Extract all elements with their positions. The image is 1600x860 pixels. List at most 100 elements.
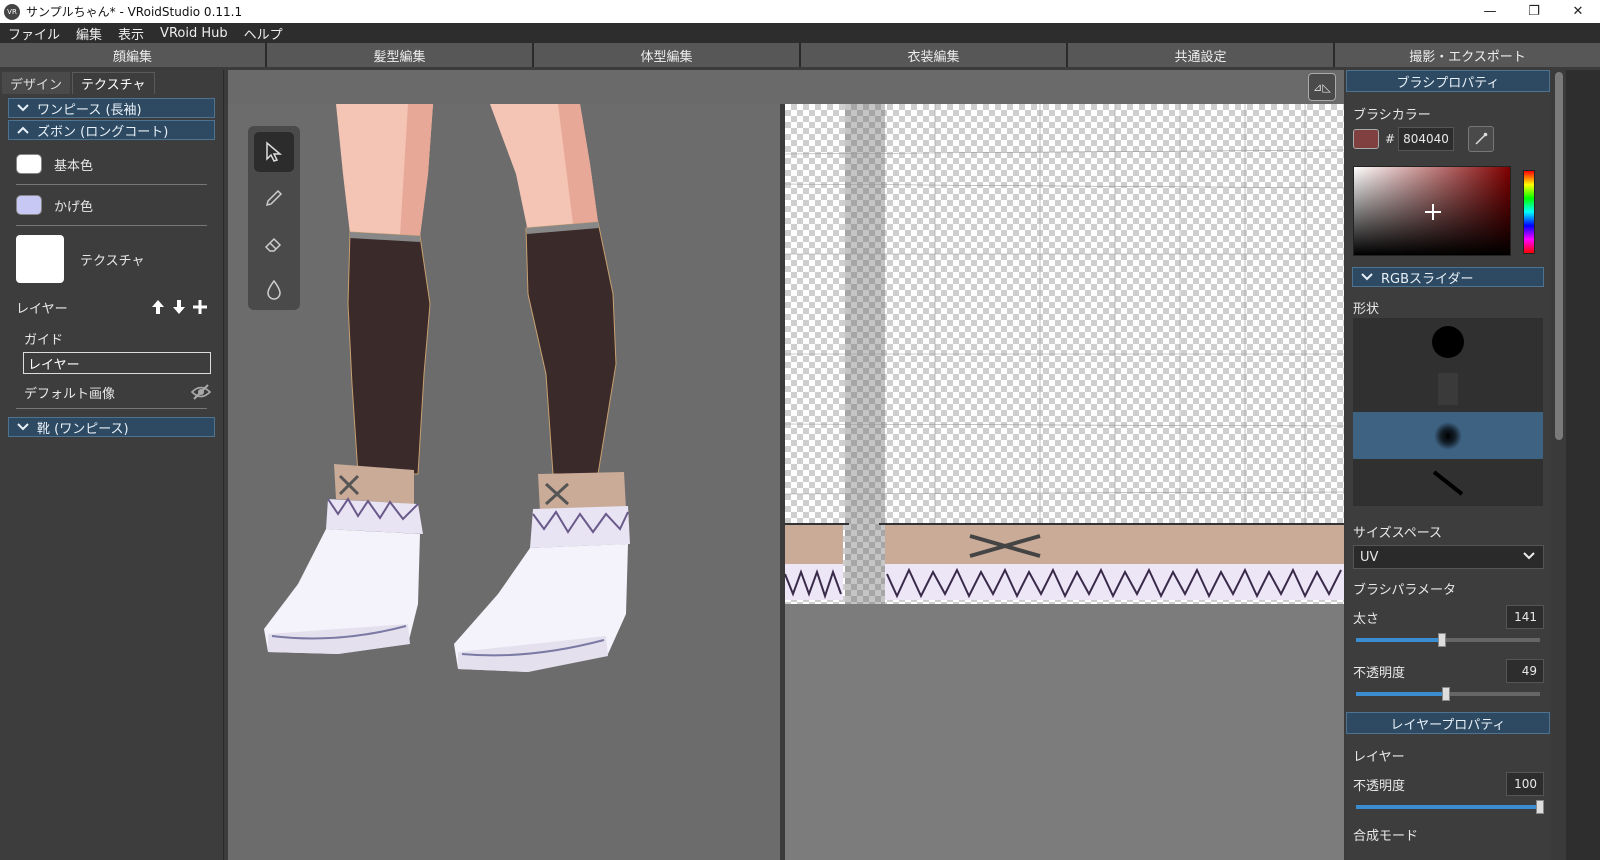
shade-color-row[interactable]: かげ色 bbox=[0, 185, 223, 225]
move-down-icon[interactable] bbox=[170, 298, 188, 316]
right-edge-strip bbox=[1566, 70, 1600, 860]
saturation-value-picker[interactable] bbox=[1353, 166, 1511, 256]
maximize-icon[interactable]: ❐ bbox=[1512, 0, 1556, 23]
rgb-slider-section[interactable]: RGBスライダー bbox=[1352, 267, 1544, 287]
select-tool[interactable] bbox=[254, 132, 294, 172]
eraser-tool[interactable] bbox=[254, 224, 294, 264]
texture-row[interactable]: テクスチャ bbox=[0, 226, 223, 292]
thickness-input[interactable]: 141 bbox=[1506, 605, 1544, 629]
base-color-row[interactable]: 基本色 bbox=[0, 144, 223, 184]
menu-help[interactable]: ヘルプ bbox=[236, 24, 291, 43]
uv-texture-view[interactable] bbox=[785, 104, 1344, 860]
menu-vroid-hub[interactable]: VRoid Hub bbox=[152, 26, 236, 41]
chevron-down-icon bbox=[9, 101, 37, 115]
section-label: ズボン (ロングコート) bbox=[37, 124, 169, 140]
hash-label: # bbox=[1385, 132, 1396, 146]
character-legs-render bbox=[264, 104, 630, 672]
tab-outfit[interactable]: 衣装編集 bbox=[801, 43, 1066, 67]
tab-hair[interactable]: 髪型編集 bbox=[267, 43, 532, 67]
base-color-label: 基本色 bbox=[54, 158, 94, 174]
right-panel: ブラシプロパティ ブラシカラー # 804040 RGBスライダー 形状 サイズ… bbox=[1346, 70, 1550, 860]
main-tab-bar: 顔編集 髪型編集 体型編集 衣装編集 共通設定 撮影・エクスポート bbox=[0, 43, 1600, 67]
pencil-icon bbox=[265, 189, 283, 207]
hex-field: # 804040 bbox=[1385, 127, 1455, 151]
opacity-slider[interactable] bbox=[1356, 687, 1540, 701]
sub-tab-bar: デザイン テクスチャ bbox=[0, 70, 223, 94]
section-pants[interactable]: ズボン (ロングコート) bbox=[8, 120, 215, 140]
eyedropper-icon bbox=[1475, 132, 1488, 145]
title-bar: VR サンプルちゃん* - VRoidStudio 0.11.1 — ❐ ✕ bbox=[0, 0, 1600, 23]
layer-default-image-label: デフォルト画像 bbox=[24, 386, 116, 402]
slider-handle[interactable] bbox=[1442, 687, 1451, 701]
texture-thumbnail[interactable] bbox=[16, 235, 64, 283]
tab-common-settings[interactable]: 共通設定 bbox=[1068, 43, 1333, 67]
layer-default-image[interactable]: デフォルト画像 bbox=[0, 378, 223, 406]
slider-fill bbox=[1356, 692, 1447, 696]
scrollbar-thumb[interactable] bbox=[1555, 72, 1563, 440]
eye-hidden-icon[interactable] bbox=[190, 383, 212, 405]
shade-color-label: かげ色 bbox=[54, 199, 94, 215]
add-layer-icon[interactable] bbox=[191, 298, 209, 316]
layer-name-input[interactable]: レイヤー bbox=[23, 352, 211, 374]
window-controls: — ❐ ✕ bbox=[1468, 0, 1600, 23]
eyedropper-button[interactable] bbox=[1468, 126, 1495, 152]
brush-color-label: ブラシカラー bbox=[1353, 108, 1431, 123]
chevron-up-icon bbox=[9, 123, 37, 137]
brush-shape-soft[interactable] bbox=[1353, 412, 1543, 459]
size-space-dropdown[interactable]: UV bbox=[1353, 545, 1544, 569]
minimize-icon[interactable]: — bbox=[1468, 0, 1512, 23]
menu-view[interactable]: 表示 bbox=[110, 24, 152, 43]
thickness-row: 太さ 141 bbox=[1346, 604, 1550, 630]
move-up-icon[interactable] bbox=[149, 298, 167, 316]
tab-face[interactable]: 顔編集 bbox=[0, 43, 265, 67]
left-panel: デザイン テクスチャ ワンピース (長袖) ズボン (ロングコート) 基本色 か… bbox=[0, 70, 224, 860]
hex-input[interactable]: 804040 bbox=[1398, 127, 1455, 151]
3d-view[interactable] bbox=[228, 104, 780, 860]
base-color-swatch[interactable] bbox=[16, 154, 42, 174]
viewport: ⊿◺ bbox=[228, 70, 1344, 860]
blend-mode-label: 合成モード bbox=[1353, 829, 1419, 844]
right-panel-scrollbar[interactable] bbox=[1552, 70, 1566, 860]
layer-label: レイヤー bbox=[16, 301, 68, 317]
menu-file[interactable]: ファイル bbox=[0, 24, 68, 43]
pen-tool[interactable] bbox=[254, 178, 294, 218]
menu-edit[interactable]: 編集 bbox=[68, 24, 110, 43]
tab-design[interactable]: デザイン bbox=[2, 72, 71, 94]
section-shoes[interactable]: 靴 (ワンピース) bbox=[8, 417, 215, 437]
brush-shape-round[interactable] bbox=[1353, 318, 1543, 365]
layer-header: レイヤー bbox=[0, 292, 223, 322]
tab-body[interactable]: 体型編集 bbox=[534, 43, 799, 67]
thickness-label: 太さ bbox=[1353, 611, 1380, 627]
brush-shape-line[interactable] bbox=[1353, 459, 1543, 506]
section-onepiece[interactable]: ワンピース (長袖) bbox=[8, 98, 215, 118]
layer-opacity-input[interactable]: 100 bbox=[1506, 772, 1544, 796]
cursor-icon bbox=[266, 141, 283, 162]
brush-shape-texture[interactable] bbox=[1353, 365, 1543, 412]
size-space-label: サイズスペース bbox=[1353, 526, 1443, 541]
tab-texture[interactable]: テクスチャ bbox=[72, 72, 155, 94]
slider-handle[interactable] bbox=[1536, 800, 1544, 814]
layer-guide-label: ガイド bbox=[24, 332, 64, 348]
thickness-slider[interactable] bbox=[1356, 633, 1540, 647]
divider bbox=[16, 408, 207, 409]
layer-opacity-slider[interactable] bbox=[1356, 800, 1544, 814]
opacity-label: 不透明度 bbox=[1353, 665, 1406, 681]
mirror-toggle-button[interactable]: ⊿◺ bbox=[1308, 73, 1336, 101]
tab-export[interactable]: 撮影・エクスポート bbox=[1335, 43, 1600, 67]
close-icon[interactable]: ✕ bbox=[1556, 0, 1600, 23]
menu-bar: ファイル 編集 表示 VRoid Hub ヘルプ bbox=[0, 23, 1600, 43]
slider-handle[interactable] bbox=[1438, 633, 1447, 647]
uv-overlay bbox=[785, 104, 1344, 604]
layer-opacity-row: 不透明度 100 bbox=[1346, 771, 1550, 797]
size-space-value: UV bbox=[1360, 549, 1379, 565]
hue-slider[interactable] bbox=[1523, 170, 1535, 254]
fill-tool[interactable] bbox=[254, 270, 294, 310]
opacity-input[interactable]: 49 bbox=[1506, 659, 1544, 683]
brush-color-swatch[interactable] bbox=[1353, 129, 1379, 149]
crosshair-icon bbox=[1425, 204, 1441, 220]
layer-guide[interactable]: ガイド bbox=[0, 324, 223, 352]
slider-fill bbox=[1356, 805, 1540, 809]
brush-params-label: ブラシパラメータ bbox=[1353, 583, 1456, 598]
layer-buttons bbox=[149, 298, 209, 316]
shade-color-swatch[interactable] bbox=[16, 195, 42, 215]
